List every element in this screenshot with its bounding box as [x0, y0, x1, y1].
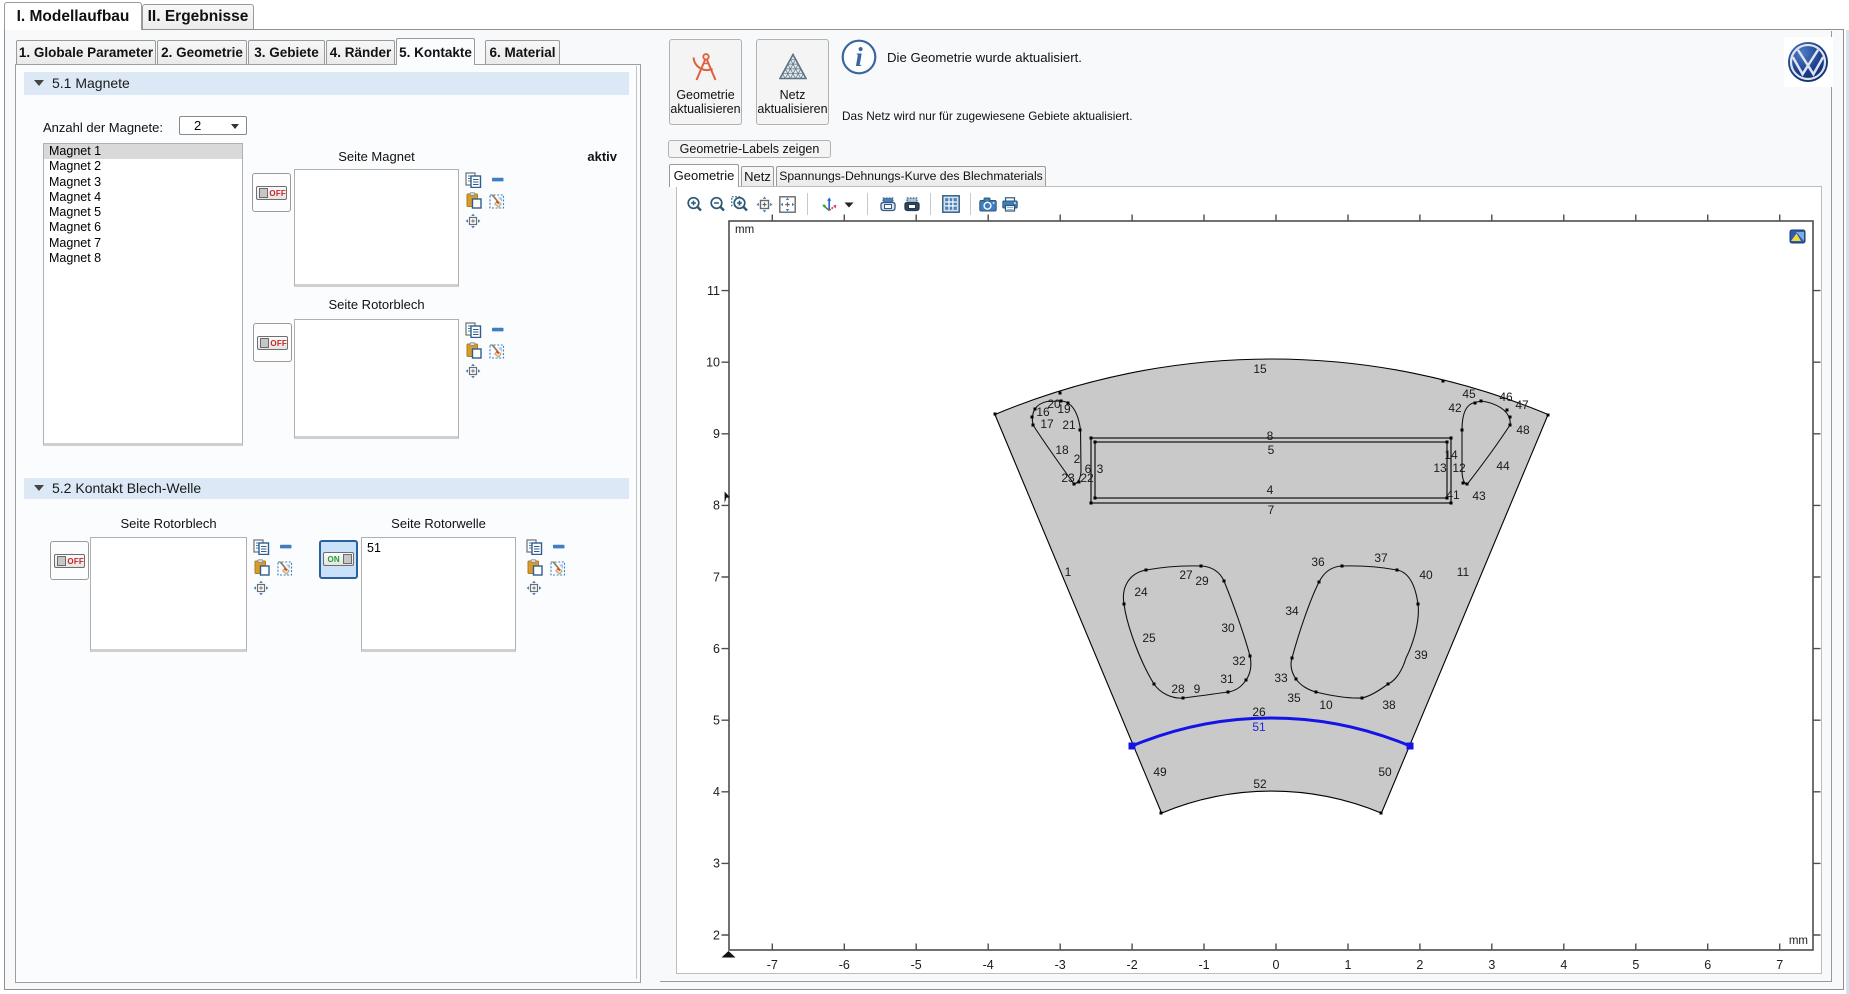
svg-text:mm: mm — [735, 224, 754, 236]
svg-text:7: 7 — [1776, 958, 1783, 972]
svg-text:22: 22 — [1080, 471, 1094, 485]
svg-text:-7: -7 — [767, 958, 778, 972]
svg-text:2: 2 — [1074, 452, 1081, 466]
svg-text:11: 11 — [1457, 565, 1470, 579]
svg-text:-2: -2 — [1127, 958, 1138, 972]
svg-text:-3: -3 — [1055, 958, 1066, 972]
svg-text:7: 7 — [713, 570, 720, 584]
svg-text:8: 8 — [713, 499, 720, 513]
svg-text:24: 24 — [1134, 585, 1148, 599]
svg-text:12: 12 — [1452, 461, 1466, 475]
svg-text:36: 36 — [1311, 555, 1325, 569]
svg-text:33: 33 — [1274, 671, 1288, 685]
svg-text:17: 17 — [1040, 417, 1054, 431]
svg-text:7: 7 — [1268, 503, 1275, 517]
svg-text:-4: -4 — [983, 958, 994, 972]
svg-text:-6: -6 — [839, 958, 850, 972]
svg-text:41: 41 — [1446, 488, 1460, 502]
svg-text:35: 35 — [1287, 691, 1301, 705]
svg-text:4: 4 — [1267, 483, 1274, 497]
svg-text:32: 32 — [1232, 654, 1246, 668]
svg-text:49: 49 — [1153, 765, 1167, 779]
svg-text:44: 44 — [1496, 459, 1510, 473]
svg-text:50: 50 — [1378, 765, 1392, 779]
svg-text:2: 2 — [1416, 958, 1423, 972]
svg-text:1: 1 — [1345, 958, 1352, 972]
svg-text:15: 15 — [1253, 362, 1267, 376]
svg-text:1: 1 — [1065, 565, 1072, 579]
svg-text:-5: -5 — [911, 958, 922, 972]
svg-text:18: 18 — [1055, 443, 1069, 457]
svg-text:10: 10 — [706, 356, 720, 370]
svg-text:29: 29 — [1195, 574, 1209, 588]
svg-text:10: 10 — [1319, 698, 1333, 712]
svg-text:6: 6 — [1704, 958, 1711, 972]
svg-text:27: 27 — [1179, 568, 1193, 582]
svg-text:34: 34 — [1285, 604, 1299, 618]
svg-text:21: 21 — [1062, 418, 1076, 432]
svg-text:38: 38 — [1382, 698, 1396, 712]
svg-text:40: 40 — [1419, 568, 1433, 582]
svg-text:3: 3 — [713, 857, 720, 871]
svg-text:25: 25 — [1142, 631, 1156, 645]
svg-text:9: 9 — [713, 427, 720, 441]
svg-text:11: 11 — [707, 284, 720, 298]
svg-text:0: 0 — [1273, 958, 1280, 972]
svg-text:9: 9 — [1194, 682, 1201, 696]
svg-text:13: 13 — [1433, 461, 1447, 475]
svg-text:4: 4 — [1560, 958, 1567, 972]
svg-text:52: 52 — [1253, 777, 1267, 791]
svg-text:5: 5 — [1268, 443, 1275, 457]
svg-text:8: 8 — [1267, 429, 1274, 443]
svg-text:14: 14 — [1444, 448, 1458, 462]
svg-text:46: 46 — [1499, 390, 1513, 404]
svg-text:48: 48 — [1516, 423, 1530, 437]
svg-text:23: 23 — [1061, 471, 1075, 485]
svg-text:47: 47 — [1515, 398, 1529, 412]
svg-text:45: 45 — [1462, 387, 1476, 401]
svg-text:51: 51 — [1252, 720, 1266, 734]
svg-text:30: 30 — [1221, 621, 1235, 635]
svg-text:5: 5 — [713, 714, 720, 728]
svg-text:31: 31 — [1220, 672, 1234, 686]
svg-text:19: 19 — [1057, 402, 1071, 416]
svg-text:37: 37 — [1374, 551, 1388, 565]
svg-text:28: 28 — [1171, 682, 1185, 696]
svg-text:mm: mm — [1789, 935, 1808, 947]
svg-text:-1: -1 — [1198, 958, 1209, 972]
svg-text:5: 5 — [1632, 958, 1639, 972]
svg-text:26: 26 — [1252, 705, 1266, 719]
svg-text:3: 3 — [1488, 958, 1495, 972]
svg-text:42: 42 — [1448, 401, 1462, 415]
svg-text:43: 43 — [1472, 489, 1486, 503]
svg-text:2: 2 — [713, 928, 720, 942]
svg-text:39: 39 — [1414, 648, 1428, 662]
svg-text:3: 3 — [1097, 462, 1104, 476]
svg-text:4: 4 — [713, 785, 720, 799]
svg-text:6: 6 — [713, 642, 720, 656]
